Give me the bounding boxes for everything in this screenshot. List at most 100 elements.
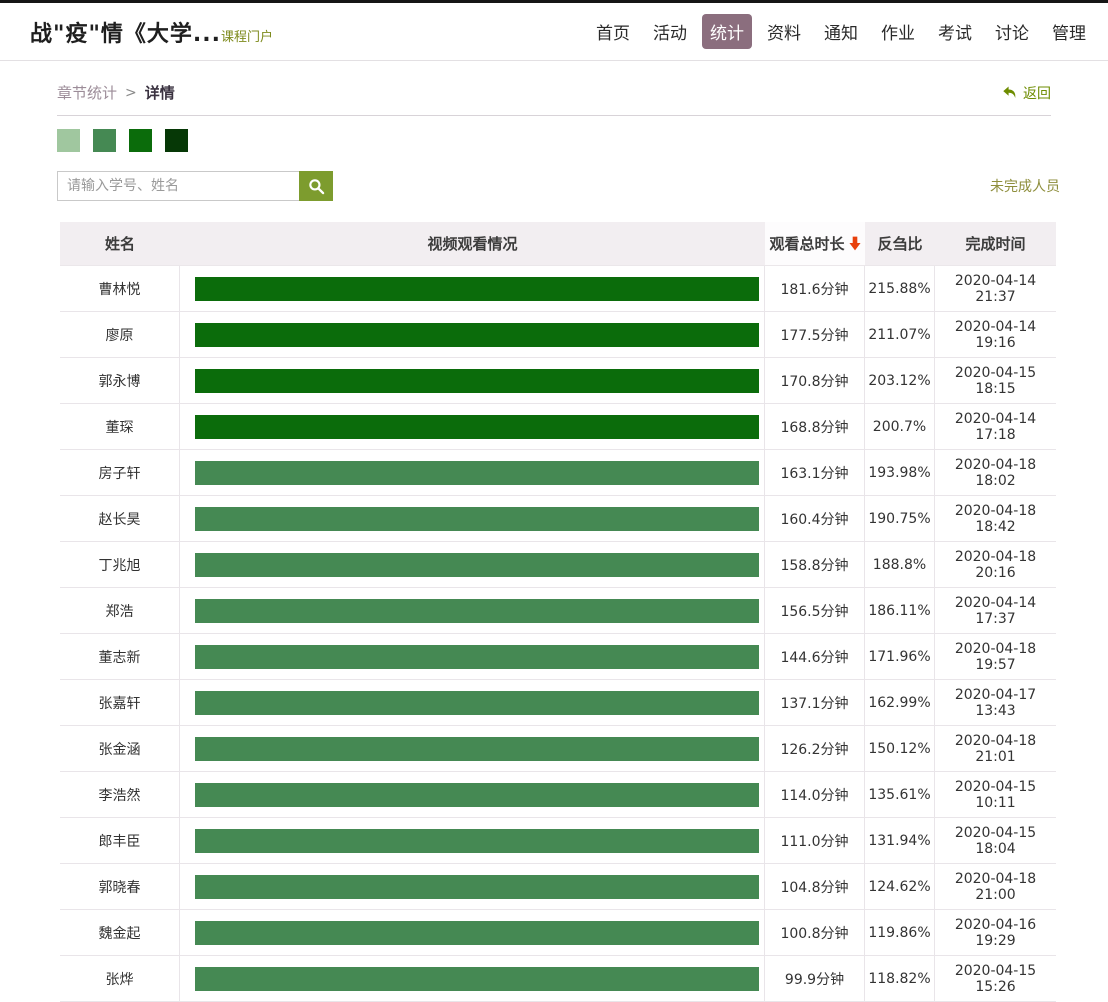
rewatch-ratio: 203.12% [865, 358, 935, 403]
student-name: 郭永博 [60, 358, 180, 403]
breadcrumb-parent-link[interactable]: 章节统计 [57, 82, 117, 103]
breadcrumb-current: 详情 [145, 82, 175, 103]
legend-swatch-1 [57, 129, 80, 152]
watch-bar [195, 645, 759, 669]
nav-item-notice[interactable]: 通知 [816, 14, 866, 49]
col-header-label: 完成时间 [965, 233, 1025, 254]
watch-bar [195, 415, 759, 439]
finish-time: 2020-04-15 15:26 [935, 956, 1056, 1001]
incomplete-students-link[interactable]: 未完成人员 [990, 176, 1060, 196]
watch-bar [195, 553, 759, 577]
watch-bar-cell [180, 910, 765, 955]
col-header-duration[interactable]: 观看总时长 [765, 222, 865, 265]
course-title: 战"疫"情《大学... [30, 16, 221, 48]
rewatch-ratio: 186.11% [865, 588, 935, 633]
table-row: 张金涵126.2分钟150.12%2020-04-18 21:01 [60, 726, 1056, 772]
watch-bar [195, 691, 759, 715]
finish-time: 2020-04-15 18:15 [935, 358, 1056, 403]
watch-bar-cell [180, 404, 765, 449]
table-row: 张烨99.9分钟118.82%2020-04-15 15:26 [60, 956, 1056, 1002]
student-name: 董志新 [60, 634, 180, 679]
watch-duration: 160.4分钟 [765, 496, 865, 541]
course-portal-link[interactable]: 课程门户 [221, 26, 273, 45]
table-row: 房子轩163.1分钟193.98%2020-04-18 18:02 [60, 450, 1056, 496]
nav-item-activity[interactable]: 活动 [645, 14, 695, 49]
watch-duration: 168.8分钟 [765, 404, 865, 449]
watch-duration: 99.9分钟 [765, 956, 865, 1001]
watch-bar-cell [180, 266, 765, 311]
table-row: 董志新144.6分钟171.96%2020-04-18 19:57 [60, 634, 1056, 680]
sort-desc-icon [849, 236, 861, 251]
watch-bar-cell [180, 864, 765, 909]
breadcrumb: 章节统计 > 详情 返回 [57, 61, 1051, 115]
watch-bar [195, 921, 759, 945]
student-name: 董琛 [60, 404, 180, 449]
table-header: 姓名视频观看情况观看总时长反刍比完成时间 [60, 222, 1056, 266]
watch-bar-cell [180, 818, 765, 863]
watch-duration: 100.8分钟 [765, 910, 865, 955]
table-row: 曹林悦181.6分钟215.88%2020-04-14 21:37 [60, 266, 1056, 312]
watch-duration: 144.6分钟 [765, 634, 865, 679]
watch-bar-cell [180, 726, 765, 771]
student-name: 房子轩 [60, 450, 180, 495]
watch-duration: 177.5分钟 [765, 312, 865, 357]
watch-duration: 156.5分钟 [765, 588, 865, 633]
watch-bar-cell [180, 358, 765, 403]
table-row: 郑浩156.5分钟186.11%2020-04-14 17:37 [60, 588, 1056, 634]
rewatch-ratio: 190.75% [865, 496, 935, 541]
student-name: 张烨 [60, 956, 180, 1001]
nav-item-materials[interactable]: 资料 [759, 14, 809, 49]
search-input[interactable] [57, 171, 299, 201]
student-name: 郑浩 [60, 588, 180, 633]
student-name: 张嘉轩 [60, 680, 180, 725]
col-header-label: 视频观看情况 [427, 233, 517, 254]
finish-time: 2020-04-18 18:42 [935, 496, 1056, 541]
watch-duration: 163.1分钟 [765, 450, 865, 495]
search-button[interactable] [299, 171, 333, 201]
rewatch-ratio: 131.94% [865, 818, 935, 863]
breadcrumb-divider [57, 115, 1051, 116]
rewatch-ratio: 171.96% [865, 634, 935, 679]
table-row: 郭永博170.8分钟203.12%2020-04-15 18:15 [60, 358, 1056, 404]
rewatch-ratio: 215.88% [865, 266, 935, 311]
nav-item-statistics[interactable]: 统计 [702, 14, 752, 49]
watch-bar-cell [180, 542, 765, 587]
student-name: 丁兆旭 [60, 542, 180, 587]
back-link-label: 返回 [1023, 83, 1051, 103]
nav-item-discussion[interactable]: 讨论 [987, 14, 1037, 49]
rewatch-ratio: 150.12% [865, 726, 935, 771]
rewatch-ratio: 135.61% [865, 772, 935, 817]
student-name: 赵长昊 [60, 496, 180, 541]
table-row: 赵长昊 160.4分钟190.75%2020-04-18 18:42 [60, 496, 1056, 542]
watch-bar [195, 783, 759, 807]
finish-time: 2020-04-15 10:11 [935, 772, 1056, 817]
nav-item-exam[interactable]: 考试 [930, 14, 980, 49]
back-link[interactable]: 返回 [1002, 83, 1051, 103]
nav-item-manage[interactable]: 管理 [1044, 14, 1094, 49]
nav-item-home[interactable]: 首页 [588, 14, 638, 49]
student-name: 廖原 [60, 312, 180, 357]
rewatch-ratio: 162.99% [865, 680, 935, 725]
legend-swatch-3 [129, 129, 152, 152]
watch-bar [195, 599, 759, 623]
table-row: 郎丰臣111.0分钟131.94%2020-04-15 18:04 [60, 818, 1056, 864]
watch-bar-cell [180, 680, 765, 725]
watch-bar-cell [180, 634, 765, 679]
watch-bar [195, 277, 759, 301]
watch-bar [195, 461, 759, 485]
table-row: 郭晓春104.8分钟124.62%2020-04-18 21:00 [60, 864, 1056, 910]
watch-bar [195, 967, 759, 991]
watch-duration: 111.0分钟 [765, 818, 865, 863]
col-header-video: 视频观看情况 [180, 222, 765, 265]
legend-swatch-4 [165, 129, 188, 152]
student-name: 郎丰臣 [60, 818, 180, 863]
student-name: 张金涵 [60, 726, 180, 771]
watch-bar [195, 369, 759, 393]
col-header-label: 观看总时长 [769, 233, 844, 254]
topbar: 战"疫"情《大学... 课程门户 首页活动统计资料通知作业考试讨论管理 [0, 3, 1108, 61]
nav-item-homework[interactable]: 作业 [873, 14, 923, 49]
watch-bar [195, 323, 759, 347]
watch-duration: 114.0分钟 [765, 772, 865, 817]
stats-table: 姓名视频观看情况观看总时长反刍比完成时间 曹林悦181.6分钟215.88%20… [60, 222, 1056, 1002]
finish-time: 2020-04-18 21:01 [935, 726, 1056, 771]
